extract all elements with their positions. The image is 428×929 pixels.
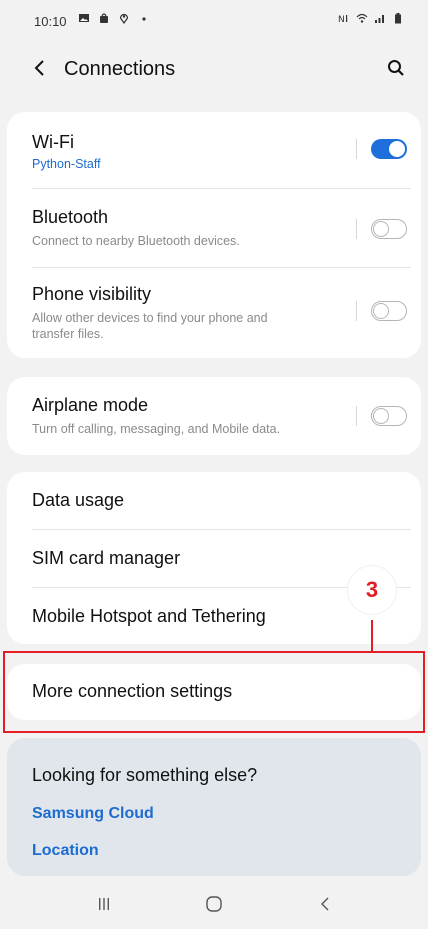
- samsung-cloud-link[interactable]: Samsung Cloud: [32, 805, 154, 823]
- wifi-toggle[interactable]: [371, 139, 407, 159]
- status-icons-right: N: [338, 12, 404, 24]
- phone-visibility-subtitle-line2: transfer files.: [32, 327, 104, 341]
- mobile-hotspot-title: Mobile Hotspot and Tethering: [32, 606, 266, 626]
- highlight-box: [3, 651, 425, 733]
- recent-apps-button[interactable]: [84, 892, 124, 920]
- search-button[interactable]: [382, 56, 410, 84]
- connections-card-1: Wi-Fi Python-Staff Bluetooth Connect to …: [7, 112, 421, 358]
- bag-icon: [98, 12, 110, 24]
- bluetooth-subtitle: Connect to nearby Bluetooth devices.: [32, 234, 240, 248]
- divider: [356, 301, 357, 321]
- connections-card-2: Airplane mode Turn off calling, messagin…: [7, 377, 421, 455]
- back-icon: [32, 59, 48, 82]
- airplane-mode-row[interactable]: Airplane mode Turn off calling, messagin…: [7, 377, 421, 455]
- callout-badge: 3: [348, 566, 396, 614]
- page-title: Connections: [64, 58, 176, 80]
- data-usage-title: Data usage: [32, 490, 125, 510]
- back-button[interactable]: [26, 56, 54, 84]
- mute-icon: N: [338, 12, 350, 24]
- wifi-title: Wi-Fi: [32, 132, 74, 152]
- suggestions-title: Looking for something else?: [32, 765, 258, 785]
- divider: [356, 219, 357, 239]
- divider: [356, 406, 357, 426]
- navigation-bar: [0, 882, 428, 929]
- divider: [356, 139, 357, 159]
- status-icons-left: [78, 12, 150, 24]
- wifi-row[interactable]: Wi-Fi Python-Staff: [7, 112, 421, 188]
- status-bar: 10:10 N: [0, 0, 428, 40]
- gallery-icon: [78, 12, 90, 24]
- bluetooth-row[interactable]: Bluetooth Connect to nearby Bluetooth de…: [7, 189, 421, 267]
- location-link[interactable]: Location: [32, 842, 99, 860]
- svg-text:N: N: [338, 15, 345, 24]
- phone-visibility-subtitle-line1: Allow other devices to find your phone a…: [32, 311, 268, 325]
- phone-visibility-row[interactable]: Phone visibility Allow other devices to …: [7, 268, 421, 358]
- callout-line: [371, 620, 373, 651]
- back-nav-icon: [318, 896, 334, 917]
- recent-apps-icon: [96, 896, 112, 917]
- status-time: 10:10: [34, 14, 67, 29]
- back-nav-button[interactable]: [306, 892, 346, 920]
- wifi-network-name: Python-Staff: [32, 157, 101, 171]
- home-button[interactable]: [194, 892, 234, 920]
- phone-visibility-title: Phone visibility: [32, 284, 152, 304]
- suggestions-card: Looking for something else? Samsung Clou…: [7, 738, 421, 876]
- home-icon: [205, 895, 223, 918]
- airplane-mode-toggle[interactable]: [371, 406, 407, 426]
- dot-icon: [138, 12, 150, 24]
- callout-number: 3: [365, 577, 379, 602]
- connections-card-3: Data usage SIM card manager Mobile Hotsp…: [7, 472, 421, 644]
- airplane-mode-title: Airplane mode: [32, 395, 149, 415]
- location-icon: [118, 12, 130, 24]
- app-bar: Connections: [0, 52, 428, 92]
- wifi-icon: [356, 12, 368, 24]
- bluetooth-toggle[interactable]: [371, 219, 407, 239]
- search-icon: [386, 58, 406, 83]
- airplane-mode-subtitle: Turn off calling, messaging, and Mobile …: [32, 422, 281, 436]
- bluetooth-title: Bluetooth: [32, 207, 109, 227]
- battery-icon: [392, 12, 404, 24]
- phone-visibility-toggle[interactable]: [371, 301, 407, 321]
- sim-card-manager-title: SIM card manager: [32, 548, 181, 568]
- signal-icon: [374, 12, 386, 24]
- data-usage-row[interactable]: Data usage: [7, 472, 421, 529]
